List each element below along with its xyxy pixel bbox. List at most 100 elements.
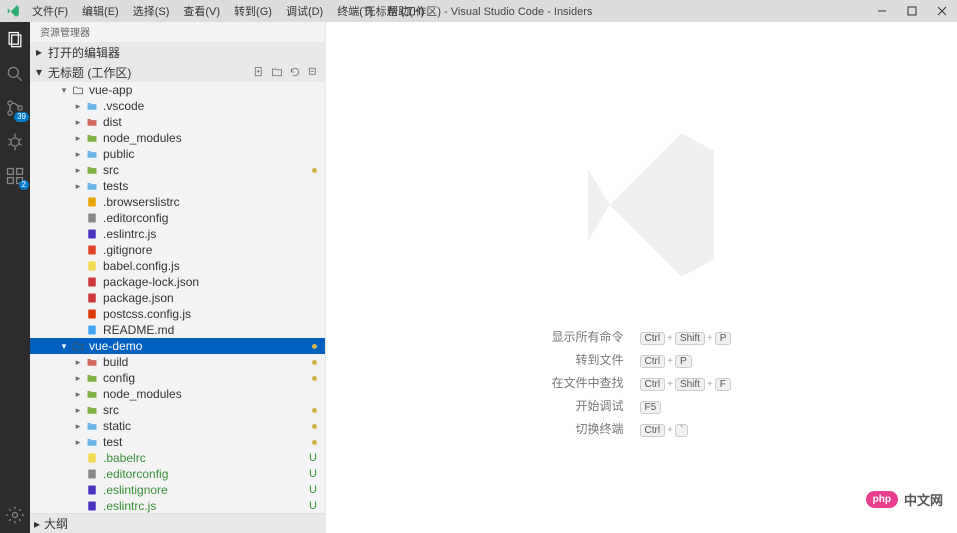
extensions-icon[interactable]: 2 xyxy=(3,164,27,188)
new-file-icon[interactable] xyxy=(253,66,265,78)
file-icon xyxy=(84,483,100,497)
chevron-right-icon: ▸ xyxy=(72,133,84,144)
file-icon xyxy=(84,211,100,225)
close-button[interactable] xyxy=(927,0,957,22)
file-icon xyxy=(84,243,100,257)
folder-row[interactable]: ▾vue-demo xyxy=(30,338,325,354)
outline-header[interactable]: ▸ 大纲 xyxy=(30,513,325,533)
tree-item-label: package.json xyxy=(103,291,174,305)
folder-icon xyxy=(84,387,100,401)
folder-row[interactable]: ▸dist xyxy=(30,114,325,130)
shortcut-label: 转到文件 xyxy=(544,348,632,371)
file-row[interactable]: .editorconfigU xyxy=(30,466,325,482)
file-row[interactable]: babel.config.js xyxy=(30,258,325,274)
source-control-icon[interactable]: 39 xyxy=(3,96,27,120)
tree-item-label: .editorconfig xyxy=(103,211,168,225)
file-row[interactable]: .eslintrc.jsU xyxy=(30,498,325,513)
folder-icon xyxy=(70,83,86,97)
folder-row[interactable]: ▸.vscode xyxy=(30,98,325,114)
folder-icon xyxy=(84,115,100,129)
maximize-button[interactable] xyxy=(897,0,927,22)
tree-item-label: config xyxy=(103,371,135,385)
file-row[interactable]: .gitignore xyxy=(30,242,325,258)
file-row[interactable]: README.md xyxy=(30,322,325,338)
minimize-button[interactable] xyxy=(867,0,897,22)
folder-row[interactable]: ▸public xyxy=(30,146,325,162)
file-row[interactable]: .browserslistrc xyxy=(30,194,325,210)
shortcut-keys: Ctrl+Shift+F xyxy=(632,371,740,394)
folder-row[interactable]: ▾vue-app xyxy=(30,82,325,98)
chevron-right-icon: ▸ xyxy=(72,389,84,400)
folder-row[interactable]: ▸node_modules xyxy=(30,386,325,402)
key: Ctrl xyxy=(640,378,666,391)
menu-item[interactable]: 文件(F) xyxy=(32,3,68,19)
tree-item-label: .eslintrc.js xyxy=(103,499,156,513)
file-icon xyxy=(84,307,100,321)
menu-item[interactable]: 选择(S) xyxy=(133,3,170,19)
git-modified-indicator xyxy=(312,408,317,413)
tree-item-label: vue-app xyxy=(89,83,132,97)
collapse-all-icon[interactable] xyxy=(307,66,319,78)
debug-icon[interactable] xyxy=(3,130,27,154)
folder-row[interactable]: ▸src xyxy=(30,162,325,178)
folder-row[interactable]: ▸node_modules xyxy=(30,130,325,146)
menu-item[interactable]: 查看(V) xyxy=(183,3,220,19)
file-icon xyxy=(84,291,100,305)
key: F5 xyxy=(640,401,662,414)
scm-badge: 39 xyxy=(14,112,29,122)
folder-row[interactable]: ▸tests xyxy=(30,178,325,194)
folder-row[interactable]: ▸build xyxy=(30,354,325,370)
menu-item[interactable]: 调试(D) xyxy=(286,3,323,19)
folder-row[interactable]: ▸src xyxy=(30,402,325,418)
folder-row[interactable]: ▸static xyxy=(30,418,325,434)
extensions-badge: 2 xyxy=(19,180,29,190)
open-editors-label: 打开的编辑器 xyxy=(48,44,120,61)
refresh-icon[interactable] xyxy=(289,66,301,78)
git-untracked-indicator: U xyxy=(309,484,317,496)
key: Shift xyxy=(675,378,705,391)
menu-item[interactable]: 编辑(E) xyxy=(82,3,119,19)
file-row[interactable]: package.json xyxy=(30,290,325,306)
open-editors-header[interactable]: ▸ 打开的编辑器 xyxy=(30,42,325,62)
folder-icon xyxy=(84,403,100,417)
key: Shift xyxy=(675,332,705,345)
search-icon[interactable] xyxy=(3,62,27,86)
settings-gear-icon[interactable] xyxy=(3,503,27,527)
shortcut-keys: Ctrl+Shift+P xyxy=(632,325,740,348)
git-modified-indicator xyxy=(312,440,317,445)
tree-item-label: .browserslistrc xyxy=(103,195,180,209)
new-folder-icon[interactable] xyxy=(271,66,283,78)
file-tree[interactable]: ▾vue-app▸.vscode▸dist▸node_modules▸publi… xyxy=(30,82,325,513)
file-row[interactable]: .eslintignoreU xyxy=(30,482,325,498)
file-row[interactable]: postcss.config.js xyxy=(30,306,325,322)
tree-item-label: src xyxy=(103,163,119,177)
file-icon xyxy=(84,499,100,513)
tree-item-label: .gitignore xyxy=(103,243,152,257)
workspace-header[interactable]: ▾ 无标题 (工作区) xyxy=(30,62,325,82)
file-icon xyxy=(84,275,100,289)
file-row[interactable]: package-lock.json xyxy=(30,274,325,290)
explorer-icon[interactable] xyxy=(3,28,27,52)
menu-item[interactable]: 转到(G) xyxy=(234,3,272,19)
chevron-right-icon: ▸ xyxy=(72,421,84,432)
file-icon xyxy=(84,227,100,241)
workspace-label: 无标题 (工作区) xyxy=(48,64,131,81)
file-row[interactable]: .editorconfig xyxy=(30,210,325,226)
folder-row[interactable]: ▸config xyxy=(30,370,325,386)
file-row[interactable]: .babelrcU xyxy=(30,450,325,466)
activity-bar: 39 2 xyxy=(0,22,30,533)
outline-label: 大纲 xyxy=(44,515,68,532)
sidebar-title: 资源管理器 xyxy=(30,22,325,42)
file-row[interactable]: .eslintrc.js xyxy=(30,226,325,242)
folder-icon xyxy=(84,99,100,113)
key: Ctrl xyxy=(640,332,666,345)
folder-row[interactable]: ▸test xyxy=(30,434,325,450)
shortcut-label: 切换终端 xyxy=(544,417,632,440)
git-modified-indicator xyxy=(312,344,317,349)
folder-icon xyxy=(84,371,100,385)
tree-item-label: .editorconfig xyxy=(103,467,168,481)
shortcut-row: 在文件中查找Ctrl+Shift+F xyxy=(544,371,740,394)
folder-icon xyxy=(70,339,86,353)
file-icon xyxy=(84,259,100,273)
tree-item-label: vue-demo xyxy=(89,339,142,353)
